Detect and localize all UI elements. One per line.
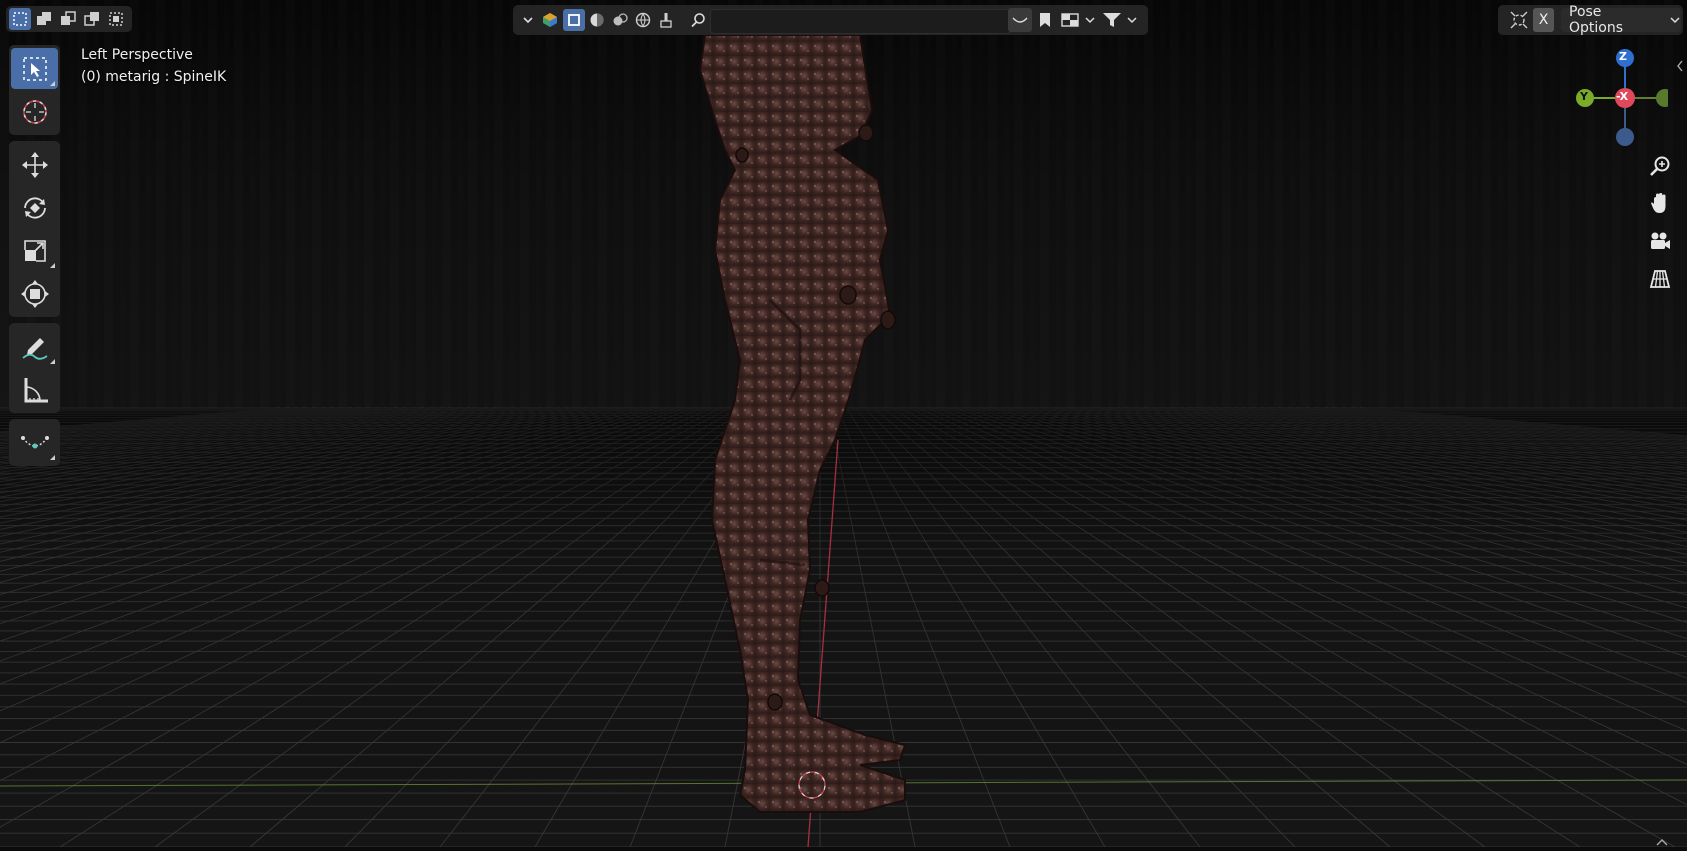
rendered-shading-icon[interactable] <box>633 10 653 30</box>
rotate-tool[interactable] <box>11 187 58 228</box>
measure-tool[interactable] <box>11 369 58 410</box>
pose-options-dropdown[interactable]: Pose Options <box>1561 4 1681 36</box>
camera-icon[interactable] <box>1645 226 1675 256</box>
paint-icon[interactable] <box>656 10 676 30</box>
select-box-icon <box>22 56 47 81</box>
pose-bend-tool[interactable] <box>11 422 58 463</box>
axis-z-label: Z <box>1619 50 1627 63</box>
select-tool[interactable] <box>11 48 58 89</box>
scale-tool[interactable] <box>11 230 58 271</box>
pose-options-label: Pose Options <box>1569 4 1624 36</box>
cursor-tool[interactable] <box>11 91 58 132</box>
select-box-invert-icon[interactable] <box>81 8 103 30</box>
axis-x-label: -X <box>1616 90 1629 103</box>
dropdown-chevron-icon[interactable] <box>519 11 537 29</box>
toolbar-group-pose <box>9 419 60 466</box>
filter-icon[interactable] <box>1100 8 1140 32</box>
curve-icon[interactable] <box>1008 8 1032 32</box>
select-mode-group <box>6 6 132 32</box>
viewport-canvas <box>0 0 1687 847</box>
chevron-down-icon <box>1670 17 1680 24</box>
transform-icon <box>20 279 49 308</box>
solid-shading-icon[interactable] <box>587 10 607 30</box>
select-box-subtract-icon[interactable] <box>57 8 79 30</box>
gizmo-icon[interactable] <box>1507 8 1531 32</box>
3d-viewport[interactable] <box>0 0 1687 847</box>
pan-hand-icon[interactable] <box>1645 188 1675 218</box>
rotate-icon <box>23 196 46 219</box>
material-shading-icon[interactable] <box>610 10 630 30</box>
layout-icon[interactable] <box>1059 8 1099 32</box>
select-box-new-icon[interactable] <box>9 8 31 30</box>
search-icon <box>688 10 708 30</box>
search-input[interactable] <box>710 9 1011 34</box>
scale-icon <box>23 239 46 262</box>
measure-icon <box>24 377 48 402</box>
perspective-grid-icon[interactable] <box>1645 264 1675 294</box>
toolbar <box>9 45 60 472</box>
move-tool[interactable] <box>11 144 58 185</box>
bookmark-icon[interactable] <box>1034 8 1056 32</box>
axis-y-label: Y <box>1580 90 1588 103</box>
select-box-intersect-icon[interactable] <box>105 8 127 30</box>
toolbar-group-transform <box>9 141 60 317</box>
object-info: (0) metarig : SpineIK <box>81 69 227 85</box>
close-button[interactable]: X <box>1533 8 1554 32</box>
expand-chevron-icon[interactable] <box>1655 832 1669 851</box>
pose-bend-icon <box>20 435 49 448</box>
annotate-tool[interactable] <box>11 326 58 367</box>
select-box-extend-icon[interactable] <box>33 8 55 30</box>
transform-tool[interactable] <box>11 273 58 314</box>
move-icon <box>21 151 48 178</box>
object-type-visibility-icon[interactable] <box>540 10 560 30</box>
navigation-gizmo[interactable]: Z Y -X <box>1568 44 1674 154</box>
toolbar-group-select <box>9 45 60 135</box>
toolbar-group-annotate <box>9 323 60 413</box>
annotate-icon <box>21 337 48 360</box>
zoom-icon[interactable] <box>1645 151 1675 181</box>
view-name: Left Perspective <box>81 47 193 63</box>
cursor-icon <box>22 99 47 124</box>
collapse-sidebar-chevron-icon[interactable] <box>1676 57 1684 76</box>
selectability-icon[interactable] <box>563 9 585 31</box>
